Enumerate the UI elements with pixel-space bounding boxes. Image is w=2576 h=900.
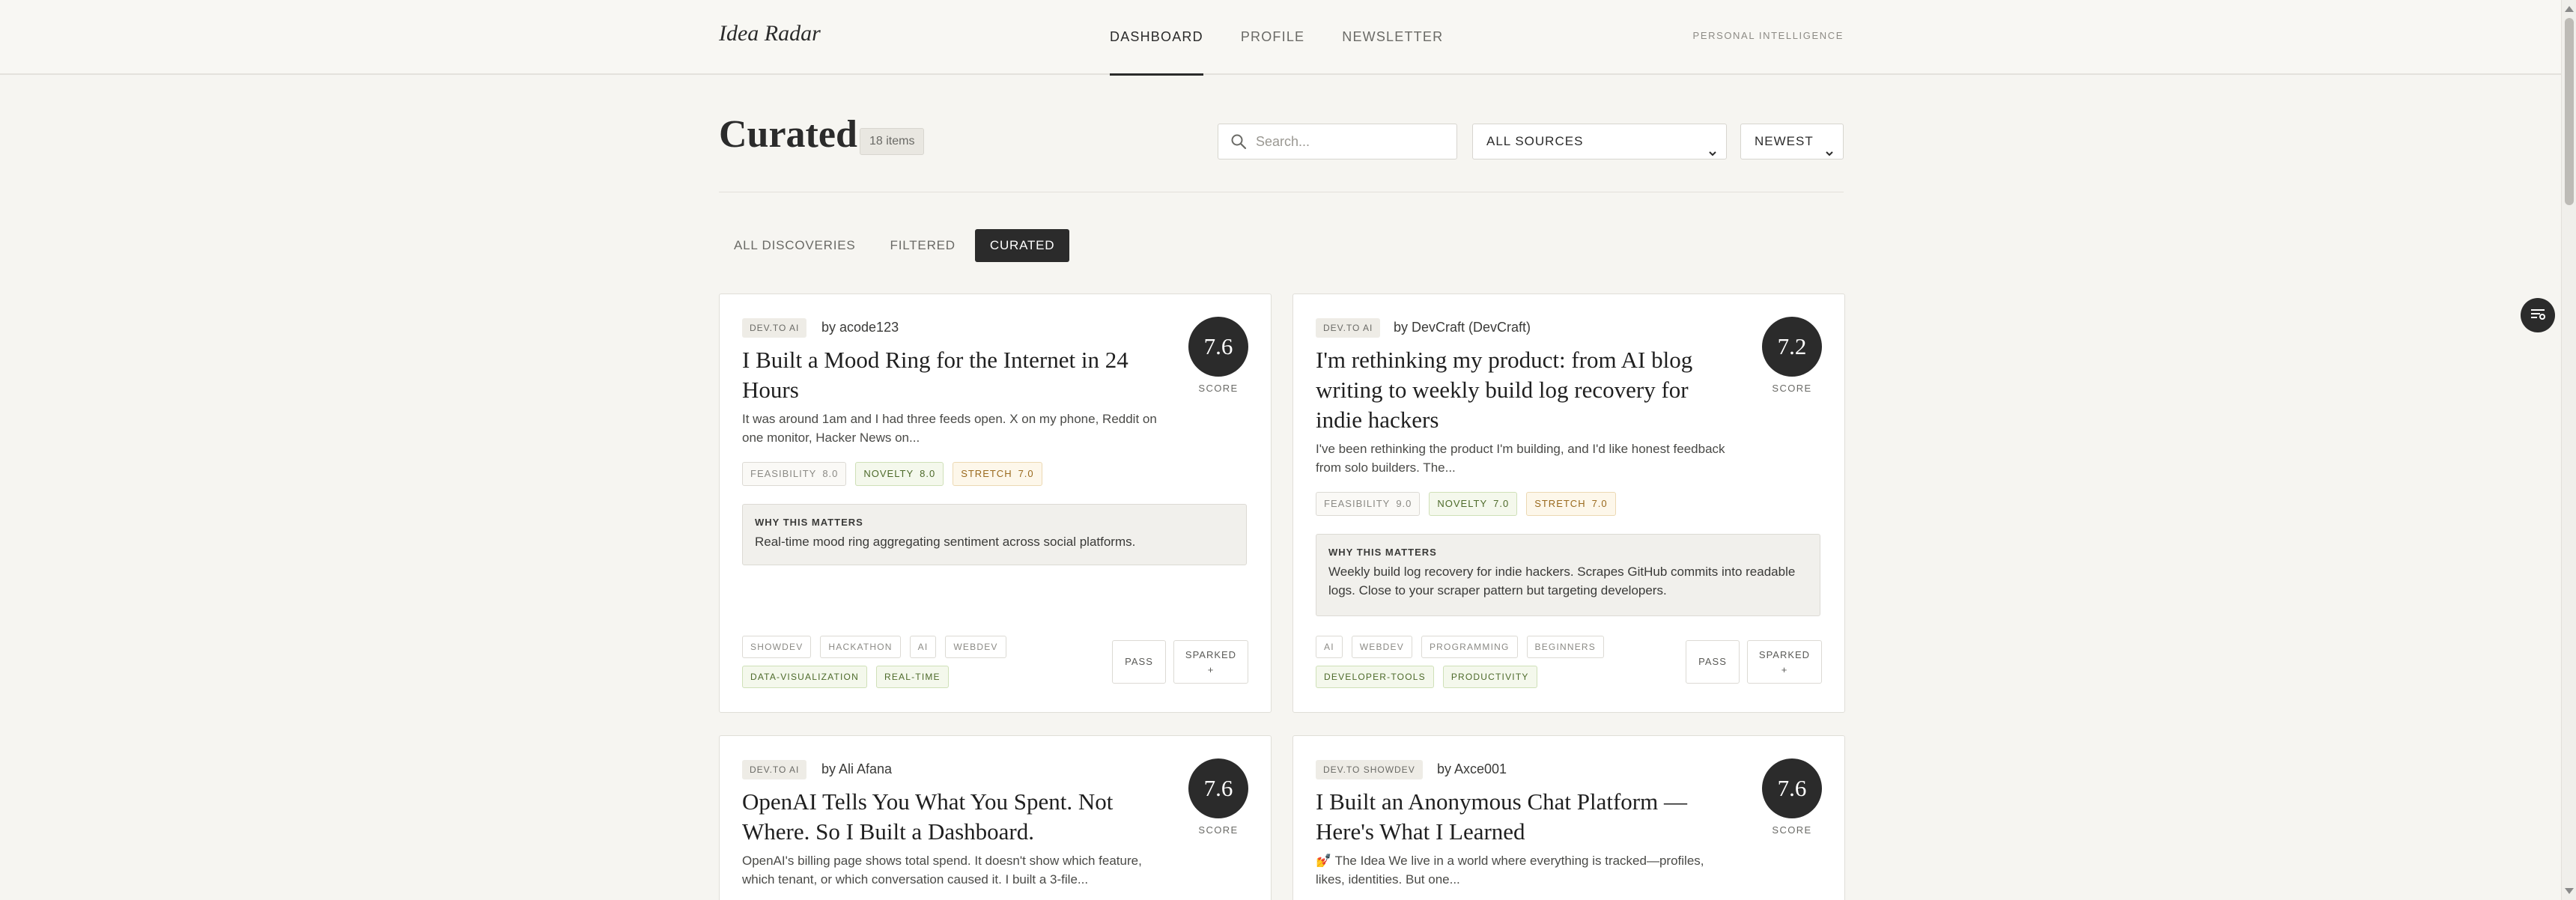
source-badge: DEV.TO AI	[742, 760, 807, 779]
page-title: Curated	[719, 113, 857, 156]
tag[interactable]: AI	[909, 636, 937, 658]
nav-profile[interactable]: PROFILE	[1241, 0, 1304, 75]
idea-card: DEV.TO AI by Ali Afana OpenAI Tells You …	[719, 735, 1272, 900]
scroll-up-arrow-icon[interactable]	[2565, 6, 2574, 12]
card-excerpt: I've been rethinking the product I'm bui…	[1316, 442, 1725, 475]
search-box	[1218, 124, 1457, 159]
card-excerpt: It was around 1am and I had three feeds …	[742, 412, 1157, 445]
tab-filtered[interactable]: FILTERED	[875, 229, 970, 262]
filter-list-icon	[2530, 307, 2546, 324]
card-title[interactable]: OpenAI Tells You What You Spent. Not Whe…	[742, 787, 1154, 847]
card-title[interactable]: I Built a Mood Ring for the Internet in …	[742, 345, 1154, 405]
tag-highlight[interactable]: REAL-TIME	[875, 666, 949, 688]
author: by Axce001	[1437, 761, 1507, 776]
stretch-metric: STRETCH 7.0	[1526, 492, 1616, 516]
tagline: PERSONAL INTELLIGENCE	[1692, 30, 1844, 41]
why-text: Real-time mood ring aggregating sentimen…	[755, 535, 1136, 549]
top-bar: Idea Radar DASHBOARD PROFILE NEWSLETTER …	[0, 0, 2561, 76]
pass-button[interactable]: PASS	[1686, 640, 1740, 684]
floating-action-button[interactable]	[2521, 298, 2555, 332]
tag[interactable]: AI	[1316, 636, 1343, 658]
tag-list: SHOWDEV HACKATHON AI WEBDEV DATA-VISUALI…	[742, 636, 1117, 688]
idea-card: DEV.TO SHOWDEV by Axce001 I Built an Ano…	[1292, 735, 1845, 900]
why-heading: WHY THIS MATTERS	[755, 517, 863, 528]
chevron-down-icon	[1825, 137, 1834, 171]
view-tabs: ALL DISCOVERIES FILTERED CURATED	[719, 229, 1070, 262]
score-circle: 7.6	[1762, 758, 1822, 818]
source-badge: DEV.TO AI	[742, 318, 807, 338]
brand-logo[interactable]: Idea Radar	[719, 21, 821, 46]
nav-dashboard[interactable]: DASHBOARD	[1110, 0, 1203, 76]
item-count-badge: 18 items	[860, 128, 925, 155]
idea-card: DEV.TO AI by acode123 I Built a Mood Rin…	[719, 294, 1272, 713]
sparked-label: SPARKED	[1758, 649, 1811, 660]
score-circle: 7.6	[1188, 317, 1248, 377]
card-title[interactable]: I'm rethinking my product: from AI blog …	[1316, 345, 1728, 435]
tag[interactable]: WEBDEV	[945, 636, 1006, 658]
sparked-button[interactable]: SPARKED +	[1173, 640, 1248, 684]
tag-highlight[interactable]: DEVELOPER-TOOLS	[1316, 666, 1434, 688]
score-circle: 7.2	[1762, 317, 1822, 377]
tab-curated[interactable]: CURATED	[974, 229, 1070, 262]
feasibility-metric: FEASIBILITY 8.0	[742, 462, 847, 486]
chevron-down-icon	[1708, 137, 1717, 171]
metrics: FEASIBILITY 8.0 NOVELTY 8.0 STRETCH 7.0	[742, 462, 1042, 486]
sort-value: NEWEST	[1755, 134, 1814, 148]
nav-newsletter[interactable]: NEWSLETTER	[1342, 0, 1443, 75]
score-label: SCORE	[1772, 824, 1812, 836]
score-label: SCORE	[1198, 824, 1239, 836]
metrics: FEASIBILITY 9.0 NOVELTY 7.0 STRETCH 7.0	[1316, 492, 1616, 516]
plus-icon: +	[1781, 664, 1788, 675]
scroll-down-arrow-icon[interactable]	[2565, 888, 2574, 894]
source-badge: DEV.TO SHOWDEV	[1316, 760, 1423, 779]
author: by Ali Afana	[821, 761, 893, 776]
why-this-matters: WHY THIS MATTERS Real-time mood ring agg…	[742, 504, 1247, 565]
why-this-matters: WHY THIS MATTERS Weekly build log recove…	[1316, 534, 1820, 616]
novelty-metric: NOVELTY 8.0	[855, 462, 944, 486]
feasibility-metric: FEASIBILITY 9.0	[1316, 492, 1421, 516]
author: by acode123	[821, 320, 899, 335]
page-scrollbar[interactable]	[2561, 0, 2576, 900]
tag-highlight[interactable]: PRODUCTIVITY	[1442, 666, 1537, 688]
sort-select[interactable]: NEWEST	[1740, 124, 1844, 159]
why-heading: WHY THIS MATTERS	[1328, 547, 1437, 558]
source-filter-select[interactable]: ALL SOURCES	[1472, 124, 1727, 159]
score-label: SCORE	[1772, 383, 1812, 394]
tag-list: AI WEBDEV PROGRAMMING BEGINNERS DEVELOPE…	[1316, 636, 1690, 688]
tag[interactable]: SHOWDEV	[742, 636, 812, 658]
search-icon	[1230, 133, 1247, 153]
card-excerpt: OpenAI's billing page shows total spend.…	[742, 854, 1142, 887]
author: by DevCraft (DevCraft)	[1394, 320, 1531, 335]
tag[interactable]: BEGINNERS	[1526, 636, 1604, 658]
scrollbar-thumb[interactable]	[2565, 18, 2574, 205]
novelty-metric: NOVELTY 7.0	[1429, 492, 1518, 516]
source-filter-value: ALL SOURCES	[1486, 134, 1584, 148]
tag[interactable]: HACKATHON	[820, 636, 901, 658]
source-badge: DEV.TO AI	[1316, 318, 1381, 338]
sparked-button[interactable]: SPARKED +	[1747, 640, 1822, 684]
score-label: SCORE	[1198, 383, 1239, 394]
stretch-metric: STRETCH 7.0	[953, 462, 1042, 486]
idea-card: DEV.TO AI by DevCraft (DevCraft) I'm ret…	[1292, 294, 1845, 713]
card-excerpt: 💅 The Idea We live in a world where ever…	[1316, 854, 1704, 887]
sparked-label: SPARKED	[1185, 649, 1237, 660]
tag[interactable]: WEBDEV	[1351, 636, 1412, 658]
plus-icon: +	[1207, 664, 1215, 675]
tab-all-discoveries[interactable]: ALL DISCOVERIES	[719, 229, 871, 262]
score-circle: 7.6	[1188, 758, 1248, 818]
why-text: Weekly build log recovery for indie hack…	[1328, 565, 1796, 598]
pass-button[interactable]: PASS	[1112, 640, 1166, 684]
search-input[interactable]	[1256, 124, 1450, 159]
tag-highlight[interactable]: DATA-VISUALIZATION	[742, 666, 867, 688]
tag[interactable]: PROGRAMMING	[1421, 636, 1518, 658]
card-title[interactable]: I Built an Anonymous Chat Platform — Her…	[1316, 787, 1728, 847]
main-nav: DASHBOARD PROFILE NEWSLETTER	[1110, 0, 1443, 76]
